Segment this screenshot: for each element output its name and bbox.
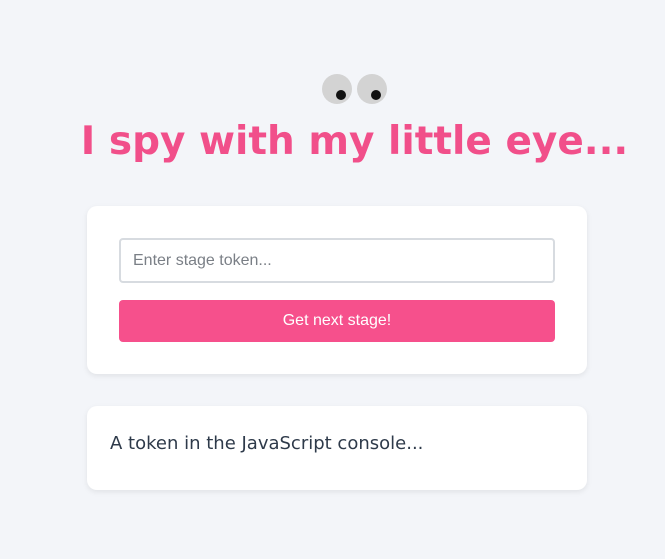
- right-pupil-icon: [371, 90, 381, 100]
- right-eye-icon: [357, 74, 387, 104]
- googly-eyes-icon: [322, 74, 388, 104]
- get-next-stage-button[interactable]: Get next stage!: [119, 300, 555, 342]
- left-eye-icon: [322, 74, 352, 104]
- page: I spy with my little eye... Get next sta…: [0, 0, 665, 559]
- stage-token-input[interactable]: [119, 238, 555, 283]
- hint-card: A token in the JavaScript console...: [87, 406, 587, 490]
- stage-form-card: Get next stage!: [87, 206, 587, 374]
- left-pupil-icon: [336, 90, 346, 100]
- page-title: I spy with my little eye...: [80, 119, 629, 164]
- hint-text: A token in the JavaScript console...: [110, 433, 424, 454]
